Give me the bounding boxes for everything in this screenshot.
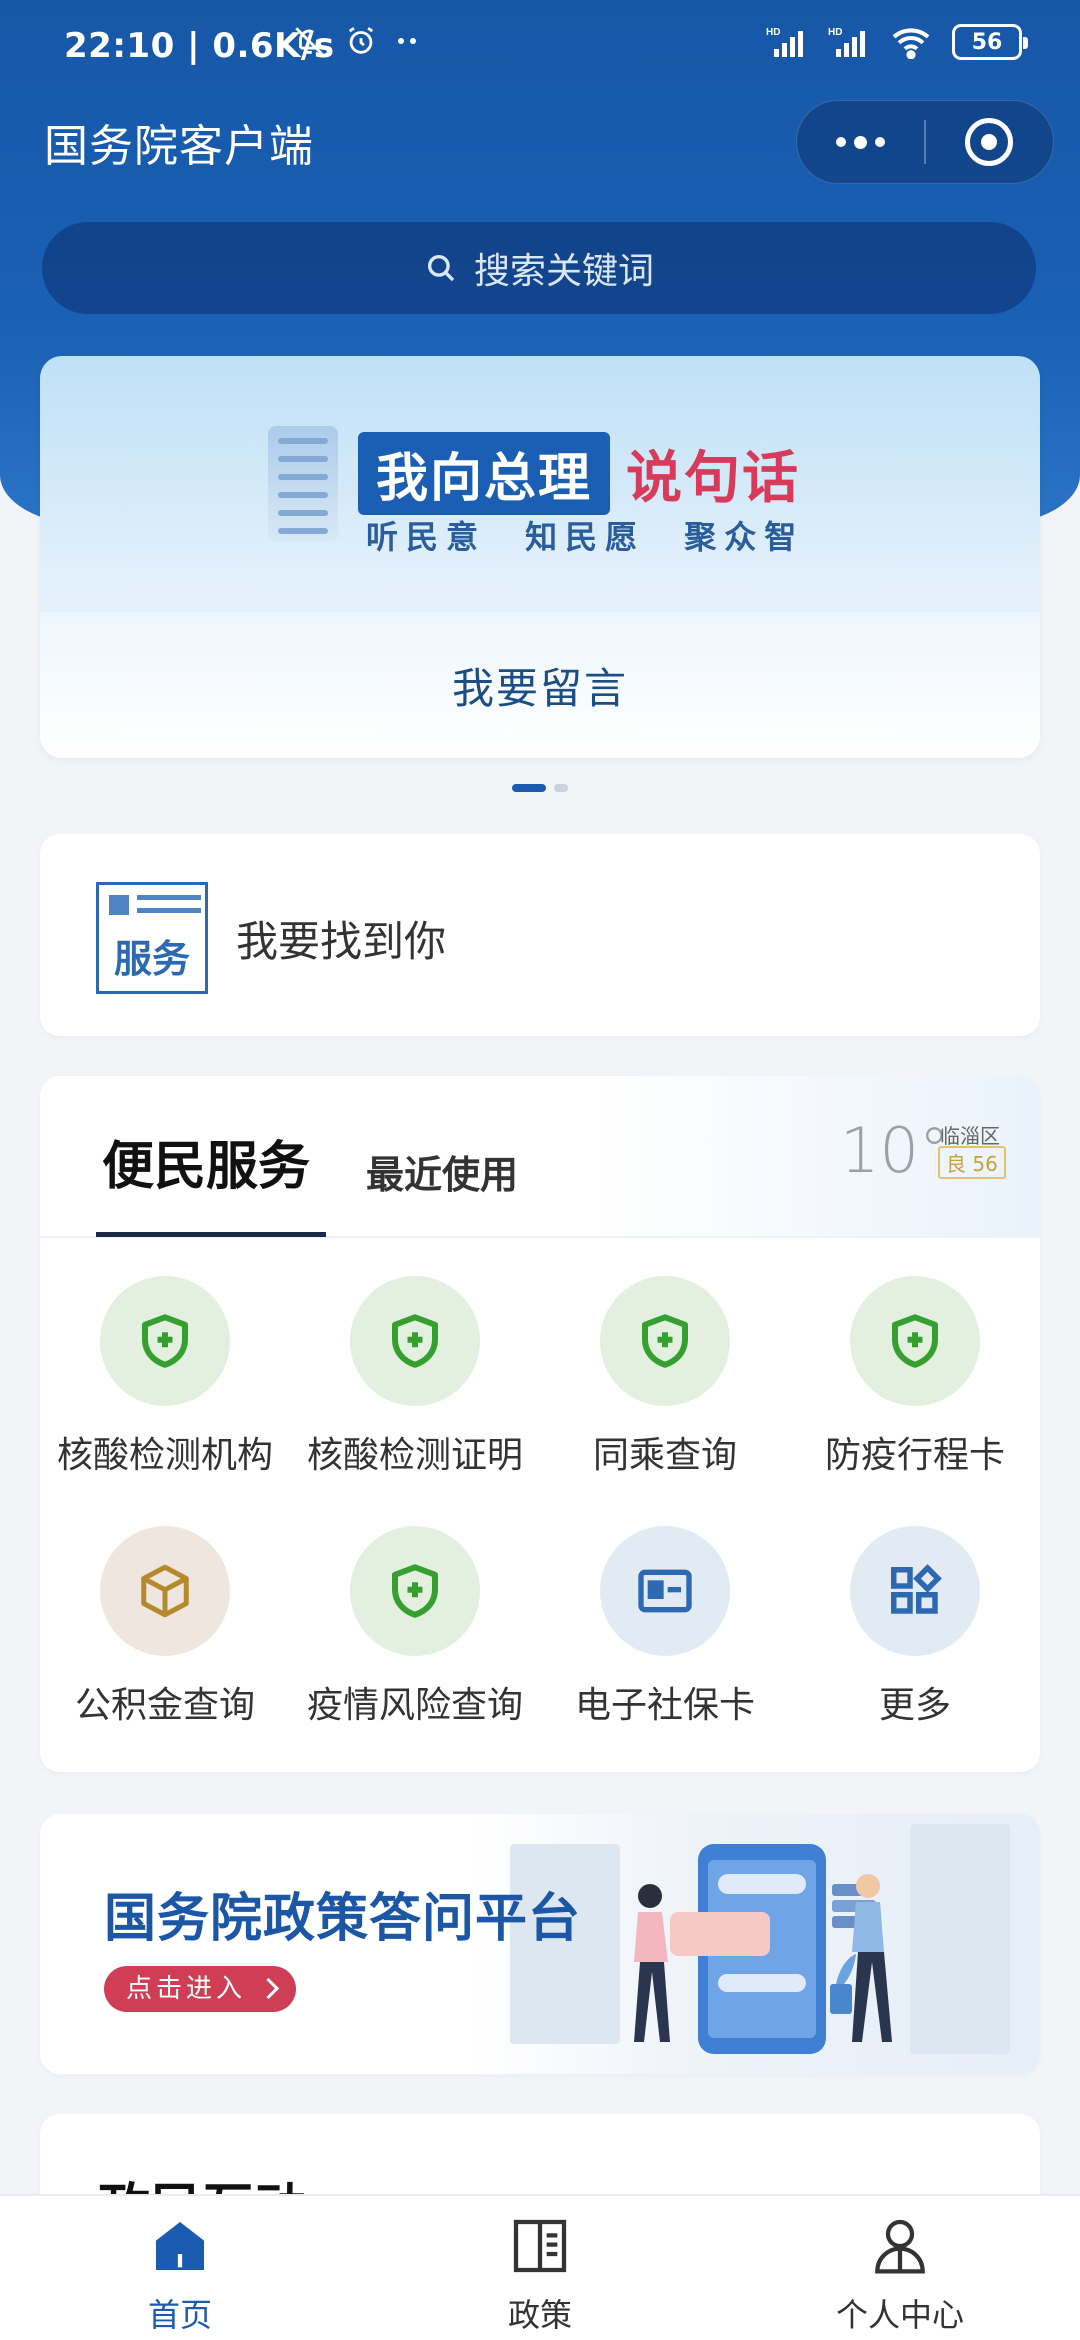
service-item[interactable]: 疫情风险查询	[290, 1526, 540, 1746]
wifi-icon	[892, 28, 930, 59]
shield-plus-icon	[392, 1314, 438, 1368]
service-label: 公积金查询	[74, 1685, 255, 1726]
icon-circle	[350, 1526, 480, 1656]
nav-home-label: 首页	[147, 2296, 212, 2334]
bell-off-icon	[295, 27, 323, 55]
icon-circle	[600, 1526, 730, 1656]
message-banner[interactable]: 我向总理 说句话 听民意 知民愿 聚众智 我要留言	[40, 356, 1040, 758]
service-badge-icon: 服务	[96, 882, 208, 994]
banner-title-red: 说句话	[626, 446, 801, 511]
shield-plus-icon	[892, 1314, 938, 1368]
app-title: 国务院客户端	[44, 121, 314, 172]
policy-banner-title: 国务院政策答问平台	[104, 1889, 582, 1949]
service-item[interactable]: 防疫行程卡	[790, 1276, 1040, 1496]
service-item[interactable]: 更多	[790, 1526, 1040, 1746]
more-dot-icon	[875, 137, 885, 147]
tab-convenience-services[interactable]: 便民服务	[102, 1124, 310, 1199]
status-icons-right: HD HD 56	[766, 24, 1028, 60]
enter-button[interactable]: 点击进入	[104, 1966, 297, 2012]
bottom-navigation: 首页 政策 个人中心	[0, 2194, 1080, 2340]
service-label: 疫情风险查询	[306, 1685, 523, 1726]
document-decoration-icon	[268, 426, 338, 542]
search-bar[interactable]: 搜索关键词	[42, 222, 1036, 314]
battery-icon: 56	[952, 24, 1028, 60]
svg-text:HD: HD	[828, 27, 842, 38]
more-status-icon	[398, 38, 416, 44]
more-dot-icon	[836, 137, 846, 147]
person-icon	[875, 2219, 925, 2274]
leave-message-label: 我要留言	[451, 663, 628, 713]
carousel-indicator	[512, 784, 568, 792]
services-tabbar: 便民服务 最近使用 10° 临淄区 良 56	[40, 1076, 1040, 1238]
weather-temperature: 10°	[840, 1114, 950, 1187]
carousel-dot	[512, 784, 546, 792]
svg-text:HD: HD	[766, 27, 780, 38]
box-icon	[141, 1564, 189, 1618]
find-you-card[interactable]: 服务 我要找到你	[40, 834, 1040, 1036]
service-item[interactable]: 公积金查询	[40, 1526, 290, 1746]
icon-circle	[850, 1526, 980, 1656]
shield-plus-icon	[392, 1564, 438, 1618]
icon-circle	[600, 1276, 730, 1406]
service-label: 防疫行程卡	[824, 1435, 1005, 1476]
close-miniapp-button[interactable]	[926, 100, 1053, 184]
carousel-dot	[554, 784, 568, 792]
active-tab-indicator	[96, 1232, 326, 1237]
grid-more-icon	[891, 1564, 942, 1614]
service-label: 核酸检测证明	[306, 1435, 523, 1476]
icon-circle	[350, 1276, 480, 1406]
service-badge-text: 服务	[113, 937, 190, 981]
service-label: 核酸检测机构	[56, 1435, 273, 1476]
service-item[interactable]: 核酸检测机构	[40, 1276, 290, 1496]
alarm-icon	[348, 27, 374, 54]
status-bar: 22:10 | 0.6K/s HD HD 56	[0, 0, 1080, 96]
more-menu-button[interactable]	[797, 100, 924, 184]
more-dot-icon	[854, 135, 867, 149]
search-icon	[427, 254, 455, 282]
service-label: 同乘查询	[592, 1435, 737, 1476]
service-item[interactable]: 同乘查询	[540, 1276, 790, 1496]
service-label: 更多	[878, 1685, 951, 1726]
service-item[interactable]: 核酸检测证明	[290, 1276, 540, 1496]
miniapp-capsule	[796, 100, 1054, 184]
nav-home[interactable]: 首页	[0, 2196, 360, 2340]
nav-profile[interactable]: 个人中心	[720, 2196, 1080, 2340]
book-icon	[513, 2219, 567, 2273]
shield-plus-icon	[642, 1314, 688, 1368]
status-icons-left	[292, 24, 420, 58]
weather-area: 临淄区	[940, 1124, 1000, 1148]
banner-subtitle: 听民意 知民愿 聚众智	[366, 518, 805, 556]
convenience-services-card: 便民服务 最近使用 10° 临淄区 良 56 核酸检测机构 核酸检测证明 同乘查…	[40, 1076, 1040, 1772]
search-placeholder: 搜索关键词	[473, 251, 654, 292]
banner-title: 我向总理 说句话	[358, 432, 800, 515]
leave-message-button[interactable]: 我要留言	[40, 612, 1040, 758]
target-close-icon	[965, 118, 1014, 166]
policy-qa-banner[interactable]: 国务院政策答问平台 点击进入	[40, 1814, 1040, 2074]
id-card-icon	[638, 1569, 692, 1613]
nav-policy[interactable]: 政策	[360, 2196, 720, 2340]
find-you-label: 我要找到你	[236, 917, 447, 966]
tab-recently-used[interactable]: 最近使用	[366, 1144, 518, 1199]
signal-icon: HD	[766, 27, 803, 57]
policy-illustration	[634, 1844, 892, 2054]
nav-policy-label: 政策	[507, 2296, 572, 2334]
banner-title-box: 我向总理	[358, 432, 611, 515]
home-icon	[156, 2222, 204, 2270]
icon-circle	[100, 1526, 230, 1656]
signal-icon-2: HD	[828, 27, 865, 57]
air-quality-badge: 良 56	[938, 1146, 1006, 1179]
nav-profile-label: 个人中心	[835, 2296, 964, 2334]
service-item[interactable]: 电子社保卡	[540, 1526, 790, 1746]
icon-circle	[850, 1276, 980, 1406]
shield-plus-icon	[142, 1314, 188, 1368]
service-label: 电子社保卡	[574, 1685, 755, 1726]
icon-circle	[100, 1276, 230, 1406]
